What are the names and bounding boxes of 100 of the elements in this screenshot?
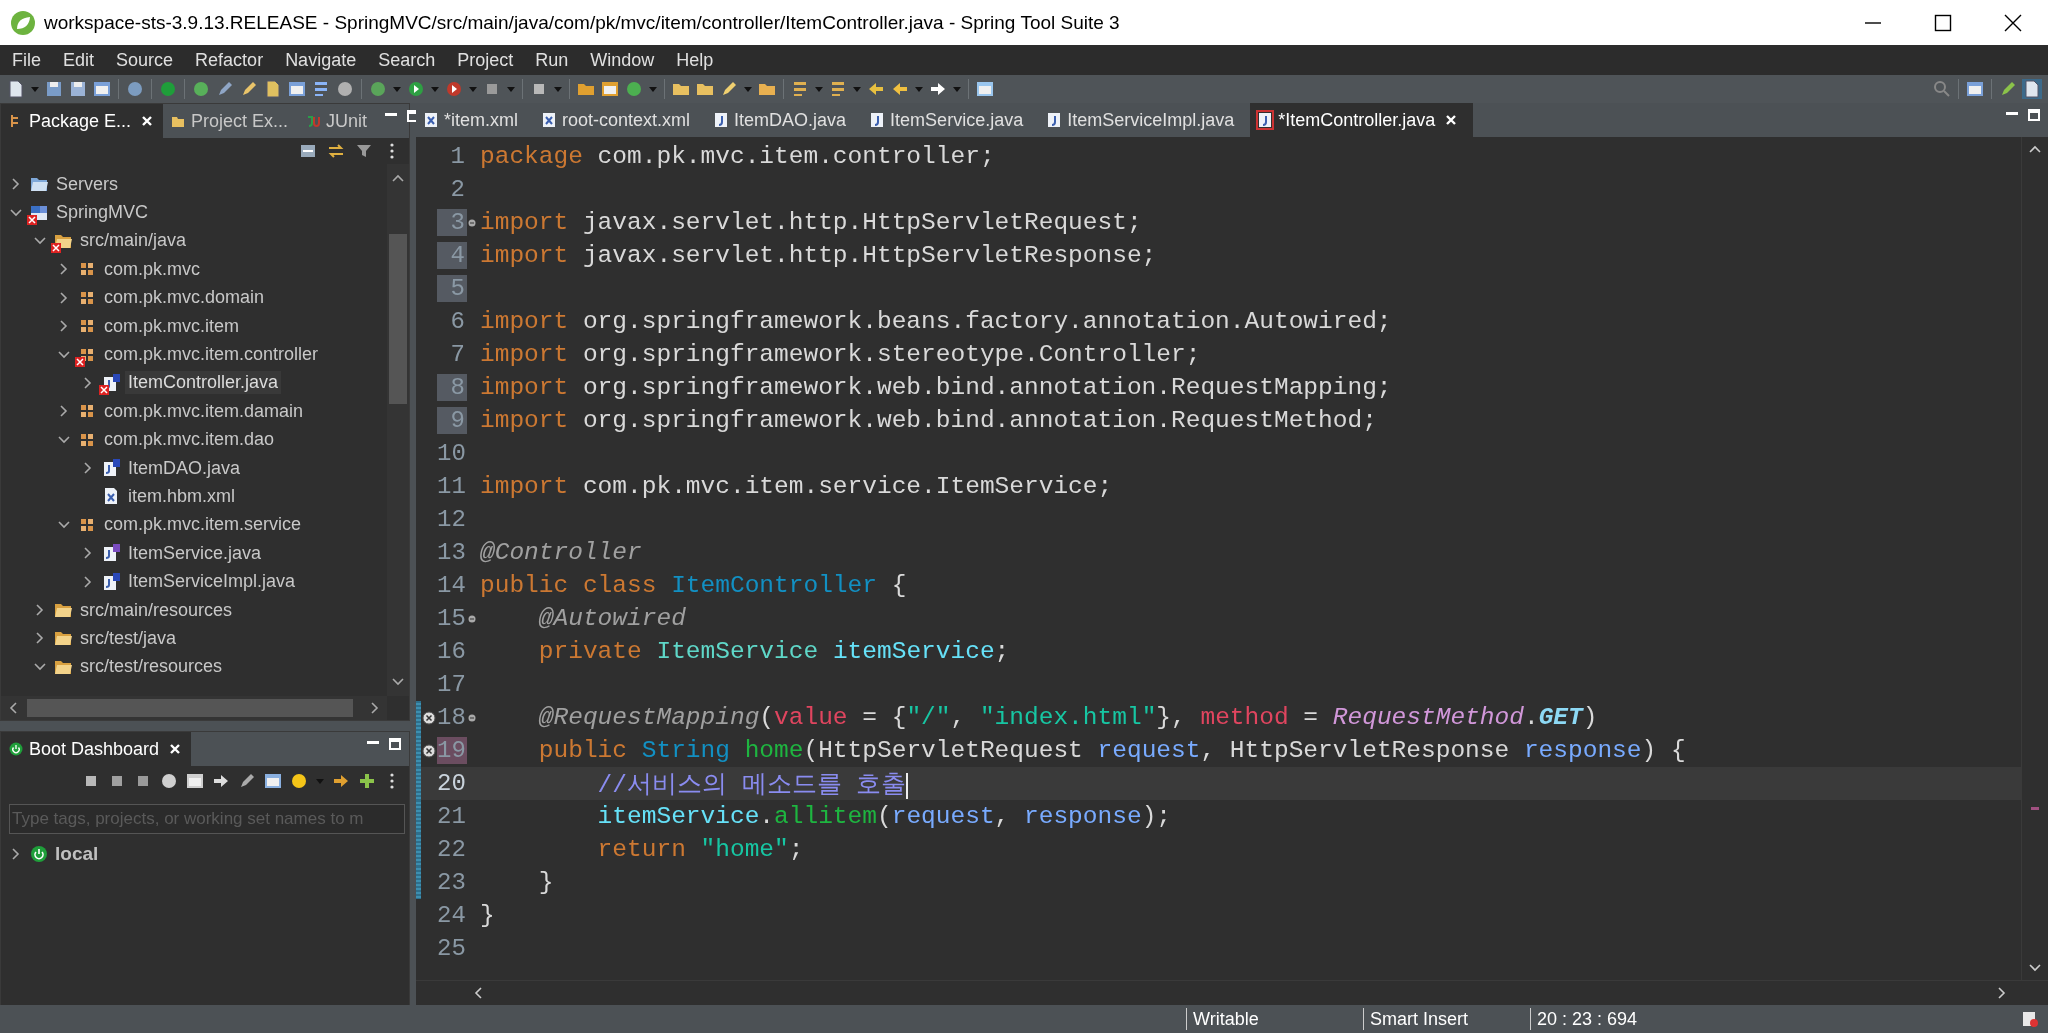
run-server-icon[interactable] (444, 79, 464, 99)
line-number: 23 (437, 869, 467, 896)
editor-tab[interactable]: *item.xml (416, 103, 534, 137)
code-text: } (537, 869, 554, 896)
close-icon (2004, 13, 2022, 32)
line-number: 8 (437, 374, 467, 401)
menu-item[interactable]: Help (668, 49, 728, 71)
dropdown-caret-icon[interactable] (952, 85, 962, 93)
editor-tab[interactable]: ItemServiceImpl.java (1039, 103, 1251, 137)
menu-item[interactable]: Run (527, 49, 583, 71)
line-number: 19 (437, 737, 467, 764)
maximize-icon[interactable] (2028, 109, 2040, 121)
close-icon[interactable] (169, 743, 182, 755)
sphere-icon[interactable] (159, 771, 179, 791)
tree-item[interactable]: com.pk.mvc.item.dao (101, 428, 278, 452)
vertical-scrollbar[interactable] (387, 164, 409, 696)
dropdown-caret-icon[interactable] (30, 85, 40, 93)
menu-item[interactable]: Edit (55, 49, 109, 71)
menu-item[interactable]: Navigate (277, 49, 371, 71)
menu-item[interactable]: File (4, 49, 55, 71)
window-icon[interactable] (92, 79, 112, 99)
code-text: public class ItemController { (480, 572, 907, 599)
java-file-icon (870, 112, 885, 128)
close-icon[interactable] (141, 115, 154, 127)
java-file-icon (101, 571, 121, 592)
horizontal-scrollbar[interactable] (1, 696, 387, 720)
junit-icon (306, 113, 321, 129)
table-icon[interactable] (263, 771, 283, 791)
editor-tab[interactable]: root-context.xml (534, 103, 707, 137)
dropdown-caret-icon[interactable] (430, 85, 440, 93)
tree-item[interactable]: src/main/java (77, 229, 190, 253)
dropdown-caret-icon[interactable] (553, 85, 563, 93)
dropdown-caret-icon[interactable] (814, 85, 824, 93)
dropdown-caret-icon[interactable] (914, 85, 924, 93)
tree-item[interactable]: ItemDAO.java (125, 456, 244, 480)
error-icon[interactable] (422, 743, 436, 758)
dropdown-caret-icon[interactable] (852, 85, 862, 93)
dropdown-caret-icon[interactable] (743, 85, 753, 93)
new-file-icon[interactable] (6, 79, 26, 99)
save-all-icon[interactable] (68, 79, 88, 99)
code-text: package com.pk.mvc.item.controller; (480, 143, 995, 170)
run-icon[interactable] (406, 79, 426, 99)
error-icon[interactable] (422, 710, 436, 725)
tree-item[interactable]: Servers (53, 172, 121, 196)
tree-item[interactable]: item.hbm.xml (125, 485, 238, 508)
window-title: workspace-sts-3.9.13.RELEASE - SpringMVC/src/main/java/com/pk/mvc/item/controller/ItemController.java - Spring Tool Suite 3 (44, 11, 1121, 34)
tree-item[interactable]: com.pk.mvc.domain (101, 286, 268, 310)
tree-item[interactable]: src/test/java (77, 626, 180, 650)
maximize-icon (1934, 13, 1952, 32)
tree-item[interactable]: com.pk.mvc.item.damain (101, 399, 307, 423)
tree-item[interactable]: com.pk.mvc (101, 257, 203, 281)
dropdown-caret-icon[interactable] (392, 85, 402, 93)
line-number: 10 (437, 440, 467, 467)
tree-item[interactable]: SpringMVC (53, 201, 152, 225)
fold-toggle-icon[interactable] (468, 614, 476, 623)
view-tab[interactable]: Project Ex... (163, 104, 299, 138)
horizontal-scrollbar[interactable] (416, 980, 2048, 1005)
editor-tab[interactable]: *ItemController.java (1250, 103, 1474, 137)
dropdown-caret-icon[interactable] (468, 85, 478, 93)
line-number: 4 (437, 242, 467, 269)
tree-item[interactable]: com.pk.mvc.item.service (101, 513, 305, 537)
monitor-icon[interactable] (185, 771, 205, 791)
fold-toggle-icon[interactable] (468, 713, 476, 722)
code-text: @Controller (480, 539, 642, 566)
tree-item[interactable]: src/test/resources (77, 655, 226, 679)
line-number: 7 (449, 341, 466, 368)
tree-item[interactable]: local (55, 843, 99, 866)
editor-tab[interactable]: ItemService.java (862, 103, 1040, 137)
tree-item[interactable]: ItemController.java (125, 371, 282, 395)
view-tab[interactable]: JUnit (298, 104, 378, 138)
view-tab[interactable]: Boot Dashboard (1, 732, 192, 766)
tree-item[interactable]: com.pk.mvc.item.controller (101, 343, 322, 367)
save-icon[interactable] (44, 79, 64, 99)
menu-item[interactable]: Project (449, 49, 528, 71)
close-icon[interactable] (1445, 114, 1458, 126)
filter-icon[interactable] (355, 142, 373, 160)
error-log-icon[interactable] (2020, 1009, 2040, 1029)
code-text: private ItemService itemService; (537, 638, 1010, 665)
dropdown-caret-icon[interactable] (506, 85, 516, 93)
menu-item[interactable]: Source (108, 49, 188, 71)
menu-item[interactable]: Window (582, 49, 669, 71)
tree-item[interactable]: src/main/resources (77, 598, 236, 622)
java-file-icon (101, 458, 121, 479)
fold-toggle-icon[interactable] (468, 218, 476, 227)
dropdown-caret-icon[interactable] (648, 85, 658, 93)
tree-item[interactable]: ItemServiceImpl.java (125, 570, 299, 594)
editor-tab[interactable]: ItemDAO.java (706, 103, 863, 137)
tree-item[interactable]: com.pk.mvc.item (101, 314, 243, 338)
code-text: import org.springframework.stereotype.Controller; (480, 341, 1201, 368)
status-text: Writable (1193, 1008, 1259, 1030)
tree-item[interactable]: ItemService.java (125, 541, 265, 565)
doc-icon[interactable] (263, 79, 283, 99)
maximize-icon[interactable] (389, 738, 401, 750)
link-arrows-icon[interactable] (327, 142, 345, 160)
collapse-all-icon[interactable] (299, 142, 317, 160)
menu-item[interactable]: Search (370, 49, 450, 71)
view-tab[interactable]: Package E... (1, 104, 164, 138)
plus-icon[interactable] (357, 771, 377, 791)
line-number: 22 (437, 836, 467, 863)
menu-item[interactable]: Refactor (187, 49, 278, 71)
